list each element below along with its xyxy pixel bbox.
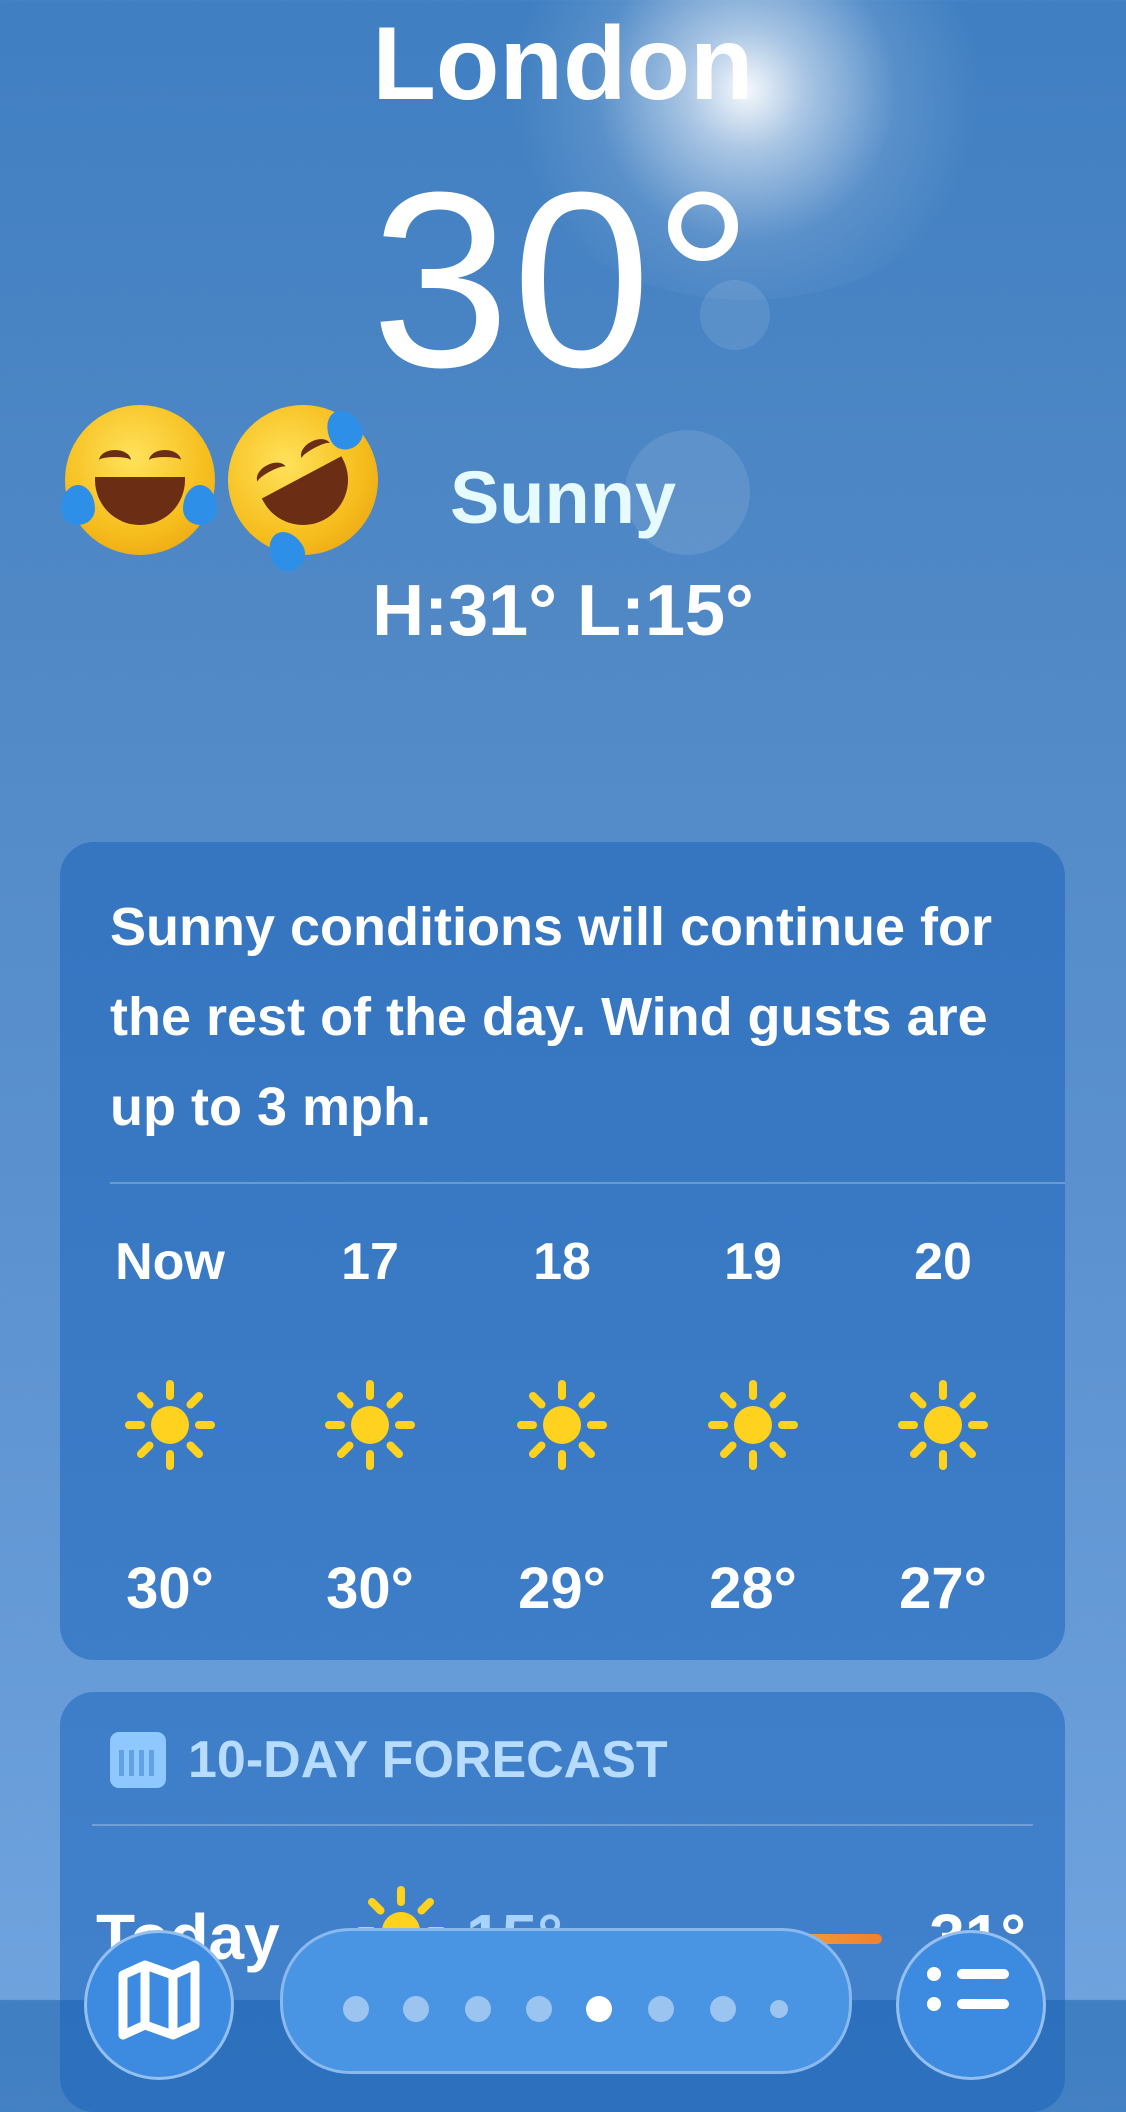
bottom-toolbar [0, 1920, 1126, 2080]
hour-temperature: 30° [326, 1556, 414, 1621]
sun-icon [275, 1380, 465, 1470]
weather-summary: Sunny conditions will continue for the r… [110, 897, 992, 1137]
hour-label: 19 [724, 1233, 782, 1291]
page-indicator[interactable] [280, 1928, 852, 2074]
hour-label: 20 [914, 1233, 972, 1291]
sun-icon [467, 1380, 657, 1470]
hour-temperature: 30° [126, 1556, 214, 1621]
hour-label: 17 [341, 1233, 399, 1291]
city-name: London [372, 6, 754, 122]
divider [92, 1824, 1033, 1826]
hour-label: 18 [533, 1233, 591, 1291]
map-icon [118, 1960, 200, 2040]
sun-icon [848, 1380, 1038, 1470]
calendar-icon [110, 1732, 166, 1788]
hour-temperature: 27° [899, 1556, 987, 1621]
divider [110, 1182, 1065, 1184]
hour-temperature: 29° [518, 1556, 606, 1621]
hour-temperature: 28° [709, 1556, 797, 1621]
current-temperature: 30° [370, 140, 756, 419]
ten-day-forecast-header: 10-DAY FORECAST [110, 1730, 668, 1790]
sun-icon [658, 1380, 848, 1470]
page-dot[interactable] [770, 2000, 788, 2018]
list-button[interactable] [896, 1930, 1046, 2080]
map-button[interactable] [84, 1930, 234, 2080]
sun-icon [75, 1380, 265, 1470]
high-low-temperature: H:31° L:15° [372, 571, 754, 651]
weather-condition: Sunny [449, 456, 677, 539]
ten-day-forecast-title: 10-DAY FORECAST [188, 1731, 668, 1789]
hour-label: Now [115, 1233, 225, 1291]
